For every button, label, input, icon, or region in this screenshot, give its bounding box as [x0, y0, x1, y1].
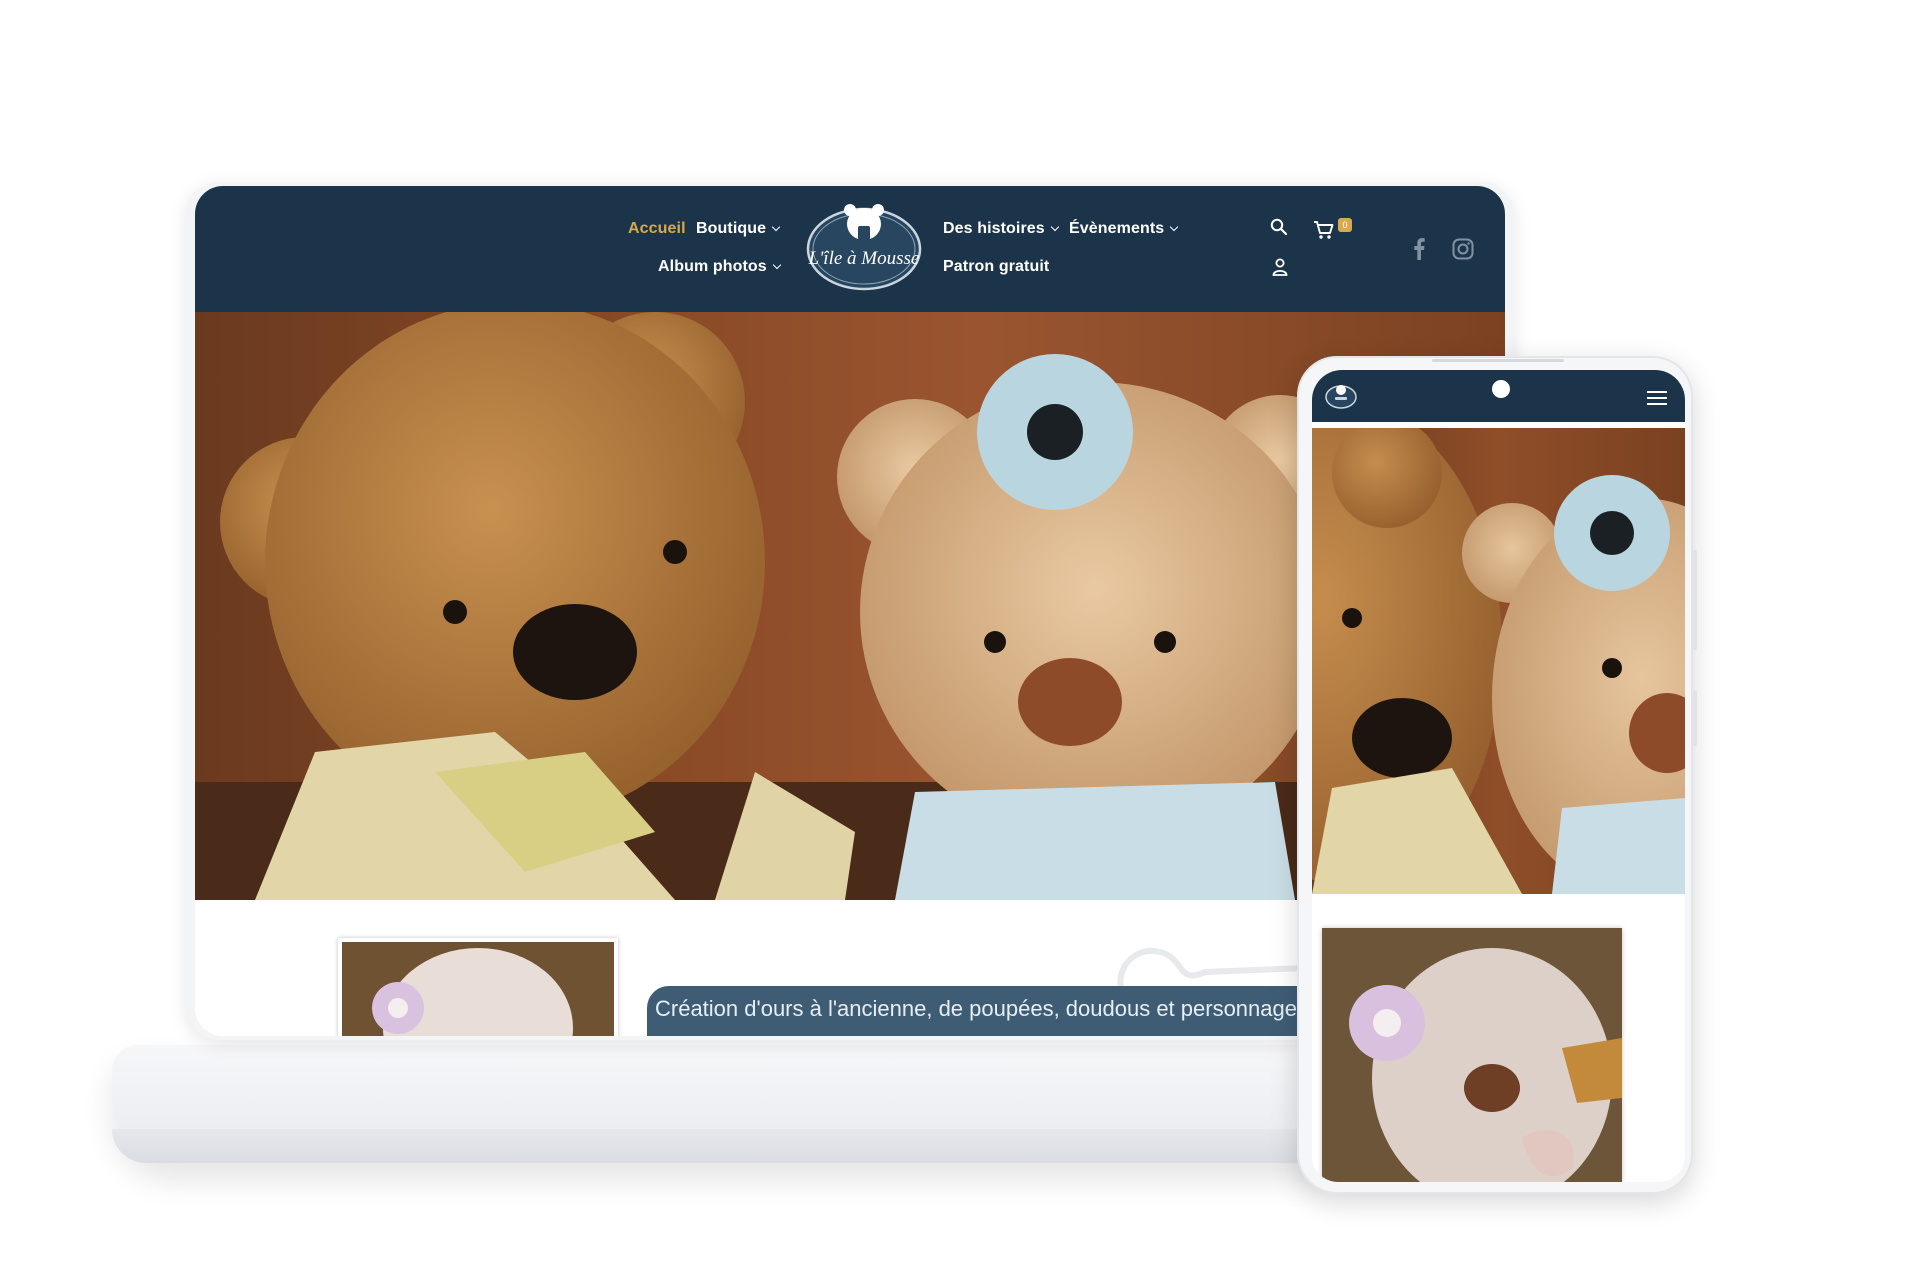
mobile-featured-bear-photo	[1322, 928, 1622, 1182]
facebook-icon[interactable]	[1413, 238, 1425, 260]
tagline-text: Création d'ours à l'ancienne, de poupées…	[655, 996, 1364, 1021]
nav-free-pattern[interactable]: Patron gratuit	[943, 258, 1049, 276]
search-icon[interactable]	[1270, 218, 1288, 236]
user-icon[interactable]	[1272, 258, 1288, 276]
chevron-down-icon	[1050, 222, 1060, 232]
mobile-hero-image-teddy-bears	[1312, 428, 1685, 894]
site-logo[interactable]: L'île à Mousse	[805, 202, 923, 292]
front-camera	[1492, 380, 1510, 398]
site-header: Accueil Boutique Album photos L'île à Mo…	[195, 186, 1505, 312]
nav-events[interactable]: Évènements	[1069, 220, 1179, 238]
nav-albums-label: Album photos	[658, 258, 767, 275]
nav-shop-label: Boutique	[696, 220, 767, 237]
nav-home[interactable]: Accueil	[628, 220, 686, 238]
chevron-down-icon	[1170, 222, 1179, 232]
mobile-logo[interactable]	[1324, 382, 1358, 410]
cart-count-badge: 0	[1338, 218, 1352, 232]
nav-events-label: Évènements	[1069, 220, 1165, 237]
logo-text: L'île à Mousse	[808, 248, 920, 269]
chevron-down-icon	[771, 222, 781, 232]
chevron-down-icon	[772, 260, 781, 270]
mobile-website-preview	[1312, 370, 1685, 1182]
hamburger-menu-icon[interactable]	[1647, 390, 1667, 406]
phone-side-button	[1693, 550, 1697, 650]
nav-stories[interactable]: Des histoires	[943, 220, 1060, 238]
featured-bear-photo	[338, 938, 618, 1036]
nav-albums[interactable]: Album photos	[658, 258, 781, 276]
mobile-header	[1312, 370, 1685, 422]
nav-shop[interactable]: Boutique	[696, 220, 781, 238]
phone-speaker	[1432, 359, 1564, 362]
instagram-icon[interactable]	[1452, 238, 1474, 260]
nav-stories-label: Des histoires	[943, 220, 1045, 237]
laptop-base	[112, 1045, 1362, 1163]
cart-icon[interactable]	[1313, 220, 1335, 240]
phone-side-button	[1693, 690, 1697, 746]
